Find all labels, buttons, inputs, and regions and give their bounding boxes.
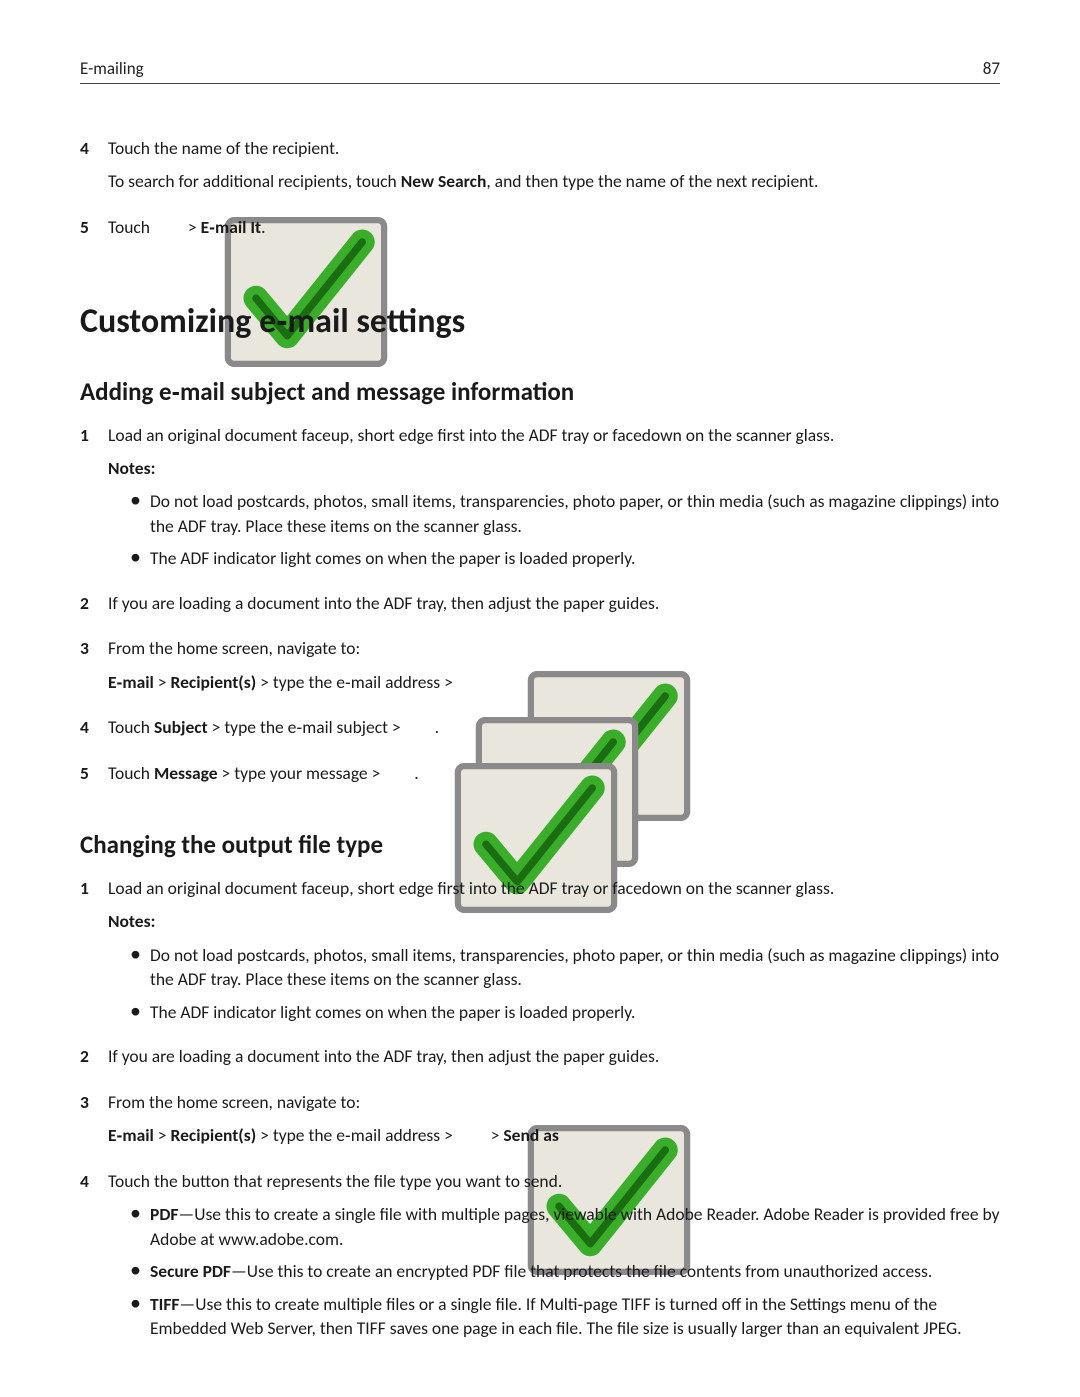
step-text: Touch the name of the recipient.	[108, 136, 1000, 161]
step-number: 3	[80, 1090, 108, 1115]
page-header: E-mailing 87	[80, 58, 1000, 84]
checkmark-icon	[459, 671, 485, 695]
notes-label: Notes:	[108, 456, 1000, 481]
step-text: Touch the button that represents the fil…	[108, 1169, 1000, 1194]
checkmark-icon	[156, 217, 182, 241]
step-text: To search for additional recipients, tou…	[108, 169, 1000, 194]
step-number: 3	[80, 636, 108, 661]
section1-steps: 1 Load an original document faceup, shor…	[80, 423, 1000, 795]
checkmark-icon	[459, 1125, 485, 1149]
filetype-list: PDF—Use this to create a single file wit…	[130, 1202, 1000, 1341]
step-text: Load an original document faceup, short …	[108, 876, 1000, 901]
page-number: 87	[983, 58, 1000, 79]
step-text: Touch Subject > type the e‑mail subject …	[108, 715, 1000, 741]
note-item: The ADF indicator light comes on when th…	[130, 546, 1000, 571]
note-item: The ADF indicator light comes on when th…	[130, 1000, 1000, 1025]
continuation-steps: 4 Touch the name of the recipient. To se…	[80, 136, 1000, 249]
notes-list: Do not load postcards, photos, small ite…	[130, 943, 1000, 1025]
step-text: Touch Message > type your message > .	[108, 761, 1000, 787]
step-number: 4	[80, 1169, 108, 1194]
step-number: 1	[80, 876, 108, 901]
step-text: From the home screen, navigate to:	[108, 1090, 1000, 1115]
heading-1: Customizing e‑mail settings	[80, 301, 1000, 342]
step-number: 2	[80, 591, 108, 616]
list-item: Secure PDF—Use this to create an encrypt…	[130, 1259, 1000, 1284]
heading-2: Adding e‑mail subject and message inform…	[80, 376, 1000, 407]
step-text: If you are loading a document into the A…	[108, 591, 1000, 616]
section2-steps: 1 Load an original document faceup, shor…	[80, 876, 1000, 1349]
navigation-path: E‑mail > Recipient(s) > type the e‑mail …	[108, 670, 1000, 696]
list-item: PDF—Use this to create a single file wit…	[130, 1202, 1000, 1251]
checkmark-icon	[407, 717, 433, 741]
note-item: Do not load postcards, photos, small ite…	[130, 943, 1000, 992]
step-text: Touch > E‑mail It.	[108, 215, 1000, 241]
note-item: Do not load postcards, photos, small ite…	[130, 489, 1000, 538]
step-number: 5	[80, 761, 108, 786]
checkmark-icon	[386, 763, 412, 787]
step-number: 4	[80, 715, 108, 740]
navigation-path: E‑mail > Recipient(s) > type the e‑mail …	[108, 1123, 1000, 1149]
step-text: From the home screen, navigate to:	[108, 636, 1000, 661]
step-number: 2	[80, 1044, 108, 1069]
notes-label: Notes:	[108, 909, 1000, 934]
document-page: E-mailing 87 4 Touch the name of the rec…	[0, 0, 1080, 1397]
step-number: 4	[80, 136, 108, 161]
step-text: If you are loading a document into the A…	[108, 1044, 1000, 1069]
notes-list: Do not load postcards, photos, small ite…	[130, 489, 1000, 571]
header-section: E-mailing	[80, 58, 144, 79]
step-number: 1	[80, 423, 108, 448]
step-text: Load an original document faceup, short …	[108, 423, 1000, 448]
list-item: TIFF—Use this to create multiple files o…	[130, 1292, 1000, 1341]
step-number: 5	[80, 215, 108, 240]
